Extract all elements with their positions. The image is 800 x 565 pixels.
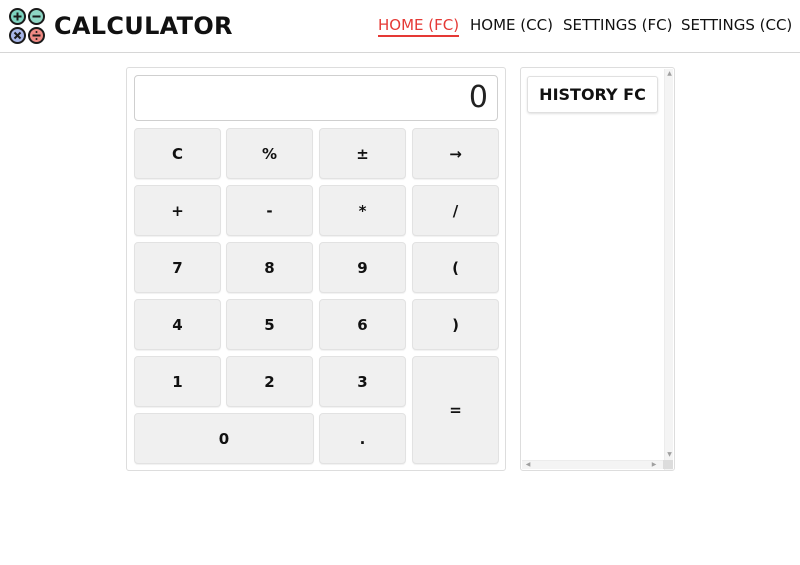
digit-8-button[interactable]: 8 bbox=[226, 242, 313, 293]
divide-button[interactable]: / bbox=[412, 185, 499, 236]
add-button[interactable]: + bbox=[134, 185, 221, 236]
open-paren-button[interactable]: ( bbox=[412, 242, 499, 293]
digit-2-button[interactable]: 2 bbox=[226, 356, 313, 407]
nav-settings-cc[interactable]: SETTINGS (CC) bbox=[681, 15, 792, 37]
nav-home-fc[interactable]: HOME (FC) bbox=[378, 15, 460, 37]
digit-5-button[interactable]: 5 bbox=[226, 299, 313, 350]
subtract-button[interactable]: - bbox=[226, 185, 313, 236]
app-brand-title: CALCULATOR bbox=[54, 12, 233, 40]
scroll-right-arrow-icon[interactable]: ▶ bbox=[650, 461, 658, 469]
nav-settings-fc[interactable]: SETTINGS (FC) bbox=[563, 15, 672, 37]
backspace-button[interactable]: → bbox=[412, 128, 499, 179]
plus-minus-button[interactable]: ± bbox=[319, 128, 406, 179]
digit-3-button[interactable]: 3 bbox=[319, 356, 406, 407]
digit-9-button[interactable]: 9 bbox=[319, 242, 406, 293]
digit-4-button[interactable]: 4 bbox=[134, 299, 221, 350]
decimal-button[interactable]: . bbox=[319, 413, 406, 464]
close-paren-button[interactable]: ) bbox=[412, 299, 499, 350]
percent-button[interactable]: % bbox=[226, 128, 313, 179]
scrollbar-corner bbox=[663, 460, 673, 469]
scroll-up-arrow-icon[interactable]: ▲ bbox=[666, 70, 673, 78]
app-header: CALCULATOR HOME (FC) HOME (CC) SETTINGS … bbox=[0, 0, 800, 53]
clear-button[interactable]: C bbox=[134, 128, 221, 179]
calculator-display: 0 bbox=[134, 75, 498, 121]
digit-0-button[interactable]: 0 bbox=[134, 413, 314, 464]
digit-1-button[interactable]: 1 bbox=[134, 356, 221, 407]
history-panel: HISTORY FC ▲ ▼ ◀ ▶ bbox=[520, 67, 675, 471]
calculator-panel: 0 C % ± → + - * / 7 8 9 ( 4 5 6 ) 1 2 3 … bbox=[126, 67, 506, 471]
digit-6-button[interactable]: 6 bbox=[319, 299, 406, 350]
history-title-button[interactable]: HISTORY FC bbox=[527, 76, 658, 113]
history-vertical-scrollbar[interactable]: ▲ ▼ bbox=[664, 69, 673, 470]
calculator-logo-icon bbox=[9, 8, 45, 44]
multiply-button[interactable]: * bbox=[319, 185, 406, 236]
history-horizontal-scrollbar[interactable]: ◀ ▶ bbox=[522, 460, 664, 469]
equals-button[interactable]: = bbox=[412, 356, 499, 464]
scroll-down-arrow-icon[interactable]: ▼ bbox=[666, 451, 673, 459]
nav-home-cc[interactable]: HOME (CC) bbox=[470, 15, 553, 37]
scroll-left-arrow-icon[interactable]: ◀ bbox=[524, 461, 532, 469]
digit-7-button[interactable]: 7 bbox=[134, 242, 221, 293]
